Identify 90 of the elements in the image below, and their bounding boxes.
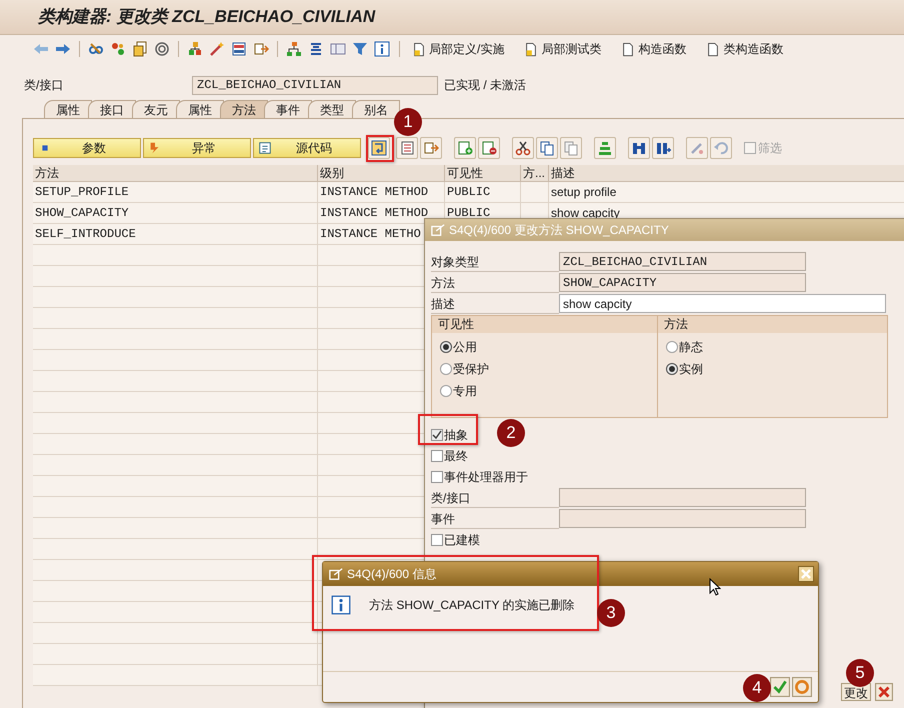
- radio-button[interactable]: [440, 385, 452, 397]
- radio-button[interactable]: [666, 363, 678, 375]
- class-name-field: ZCL_BEICHAO_CIVILIAN: [192, 76, 438, 94]
- toolbar-button[interactable]: 局部定义/实施: [408, 39, 508, 59]
- tab[interactable]: 方法: [220, 100, 268, 118]
- document-icon: [706, 42, 720, 56]
- status-text: 已实现 / 未激活: [444, 77, 526, 94]
- wand-icon[interactable]: [208, 41, 226, 57]
- table-cell: PUBLIC: [445, 182, 521, 202]
- info-icon[interactable]: [373, 41, 391, 57]
- checkbox[interactable]: [431, 534, 443, 546]
- remove-row-icon[interactable]: [478, 137, 500, 159]
- checkbox[interactable]: [431, 470, 443, 482]
- input-field[interactable]: show capcity: [559, 294, 886, 313]
- highlight-frame: [366, 135, 394, 162]
- tab[interactable]: 属性: [176, 100, 224, 118]
- checkbox-label[interactable]: 抽象: [444, 426, 468, 444]
- radio-button[interactable]: [666, 341, 678, 353]
- edit-window-icon: [431, 223, 445, 237]
- info-icon: [331, 595, 351, 615]
- radio-button[interactable]: [440, 363, 452, 375]
- tab[interactable]: 属性: [44, 100, 92, 118]
- group-header: 方法: [658, 316, 887, 333]
- column-header[interactable]: 级别: [318, 165, 445, 181]
- tab[interactable]: 类型: [308, 100, 356, 118]
- toolbar-button[interactable]: 源代码: [253, 138, 361, 158]
- radio-label[interactable]: 专用: [453, 382, 477, 400]
- list-page-icon[interactable]: [396, 137, 418, 159]
- field-label: 类/接口: [24, 77, 64, 94]
- change-button[interactable]: 更改: [841, 683, 871, 701]
- column-header[interactable]: 方法: [33, 165, 318, 181]
- circles-icon[interactable]: [109, 41, 127, 57]
- radio-label[interactable]: 实例: [679, 360, 703, 378]
- table-cell: setup profile: [549, 182, 904, 202]
- table-cell: SETUP_PROFILE: [33, 182, 318, 202]
- input-field: SHOW_CAPACITY: [559, 273, 806, 292]
- toolbar-button[interactable]: 构造函数: [617, 39, 690, 59]
- stack-icon[interactable]: [594, 137, 616, 159]
- forward-arrow-icon[interactable]: [54, 41, 72, 57]
- toolbar-button[interactable]: 参数: [33, 138, 141, 158]
- toolbar-button[interactable]: 异常: [143, 138, 251, 158]
- table-cell: INSTANCE METHOD: [318, 182, 445, 202]
- checkbox-label[interactable]: 事件处理器用于: [444, 468, 528, 486]
- table-cell: SELF_INTRODUCE: [33, 224, 318, 244]
- dialog-title: S4Q(4)/600 更改方法 SHOW_CAPACITY: [449, 222, 669, 239]
- layout-icon[interactable]: [230, 41, 248, 57]
- tree-icon[interactable]: [285, 41, 303, 57]
- close-icon[interactable]: [798, 566, 814, 582]
- checkbox[interactable]: [431, 450, 443, 462]
- filter-icon[interactable]: [351, 41, 369, 57]
- scissors-icon[interactable]: [512, 137, 534, 159]
- info-message: 方法 SHOW_CAPACITY 的实施已删除: [369, 597, 575, 614]
- tab[interactable]: 友元: [132, 100, 180, 118]
- radio-label[interactable]: 公用: [453, 338, 477, 356]
- window-title: 类构建器: 更改类 ZCL_BEICHAO_CIVILIAN: [38, 6, 376, 28]
- document-icon: [621, 42, 636, 56]
- tab[interactable]: 接口: [88, 100, 136, 118]
- radio-label[interactable]: 静态: [679, 338, 703, 356]
- highlight-frame: [418, 414, 478, 445]
- checkbox[interactable]: [431, 428, 443, 440]
- code-document-icon: [412, 42, 426, 56]
- radio-button[interactable]: [440, 341, 452, 353]
- add-row-icon[interactable]: [454, 137, 476, 159]
- tab[interactable]: 事件: [264, 100, 312, 118]
- mouse-pointer-icon: [709, 578, 721, 596]
- code-document-icon: [524, 42, 538, 56]
- tab[interactable]: 别名: [352, 100, 400, 118]
- column-header[interactable]: 描述: [549, 165, 904, 181]
- table-cell: SHOW_CAPACITY: [33, 203, 318, 223]
- toolbar-button[interactable]: 局部测试类: [520, 39, 606, 59]
- code-page-icon: [258, 141, 272, 155]
- radio-label[interactable]: 受保护: [453, 360, 489, 378]
- checkbox-label[interactable]: 已建模: [444, 530, 480, 548]
- input-field: ZCL_BEICHAO_CIVILIAN: [559, 252, 806, 271]
- checkmark-icon[interactable]: [770, 677, 790, 697]
- export-icon[interactable]: [420, 137, 442, 159]
- pages-icon[interactable]: [131, 41, 149, 57]
- export-icon[interactable]: [252, 41, 270, 57]
- panel-icon[interactable]: [329, 41, 347, 57]
- paste-icon[interactable]: [560, 137, 582, 159]
- checkbox-label[interactable]: 最终: [444, 446, 468, 464]
- edit-window-icon: [329, 567, 343, 581]
- toolbar-button[interactable]: 类构造函数: [702, 39, 788, 59]
- hierarchy-icon[interactable]: [186, 41, 204, 57]
- close-icon[interactable]: [875, 683, 893, 701]
- column-header[interactable]: 可见性: [445, 165, 521, 181]
- group-header: 可见性: [432, 316, 657, 333]
- copy-icon[interactable]: [536, 137, 558, 159]
- column-header[interactable]: 方...: [521, 165, 549, 181]
- dialog-title: S4Q(4)/600 信息: [347, 566, 438, 583]
